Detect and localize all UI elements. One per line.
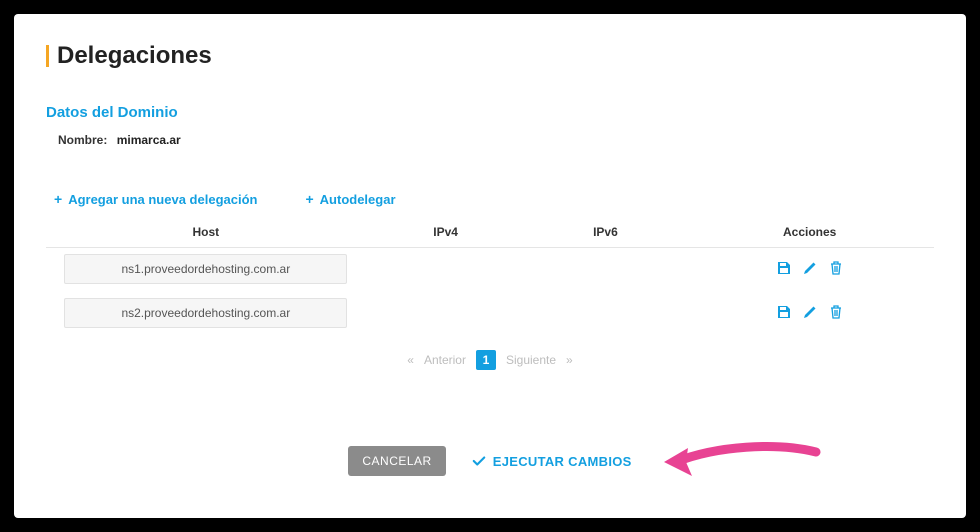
autodelegate-button[interactable]: + Autodelegar [305,191,395,207]
autodelegate-label: Autodelegar [320,192,396,207]
main-window: Delegaciones Datos del Dominio Nombre: m… [14,14,966,518]
plus-icon: + [305,191,313,207]
pager-page-1[interactable]: 1 [476,350,496,370]
col-header-actions: Acciones [685,217,934,248]
ipv6-cell [526,248,686,292]
page-title: Delegaciones [57,42,212,70]
pager-next[interactable]: Siguiente [506,353,556,367]
domain-name-row: Nombre: mimarca.ar [46,133,934,147]
edit-icon[interactable] [802,304,818,320]
page-title-row: Delegaciones [46,42,934,70]
pagination: « Anterior 1 Siguiente » [46,350,934,370]
ipv6-cell [526,291,686,335]
pager-next-angle: » [566,353,573,367]
host-input[interactable] [64,298,347,328]
domain-name-value: mimarca.ar [117,133,181,147]
ipv4-cell [366,248,526,292]
delegation-toolbar: + Agregar una nueva delegación + Autodel… [46,191,934,207]
pager-prev-angle: « [407,353,414,367]
trash-icon[interactable] [828,304,844,320]
check-icon [472,454,486,468]
edit-icon[interactable] [802,260,818,276]
col-header-ipv6: IPv6 [526,217,686,248]
table-row [46,291,934,335]
title-accent-bar [46,45,49,67]
plus-icon: + [54,191,62,207]
domain-section-title: Datos del Dominio [46,104,934,121]
host-input[interactable] [64,254,347,284]
save-icon[interactable] [776,260,792,276]
pager-prev[interactable]: Anterior [424,353,466,367]
save-icon[interactable] [776,304,792,320]
execute-changes-label: EJECUTAR CAMBIOS [493,454,632,469]
footer-actions: CANCELAR EJECUTAR CAMBIOS [46,446,934,476]
execute-changes-button[interactable]: EJECUTAR CAMBIOS [472,454,632,469]
annotation-arrow-icon [656,438,826,486]
table-header-row: Host IPv4 IPv6 Acciones [46,217,934,248]
row-actions [776,304,844,320]
col-header-host: Host [46,217,366,248]
ipv4-cell [366,291,526,335]
delegations-table: Host IPv4 IPv6 Acciones [46,217,934,336]
cancel-button[interactable]: CANCELAR [348,446,445,476]
col-header-ipv4: IPv4 [366,217,526,248]
add-delegation-button[interactable]: + Agregar una nueva delegación [54,191,257,207]
trash-icon[interactable] [828,260,844,276]
table-row [46,248,934,292]
domain-name-label: Nombre: [58,133,107,147]
row-actions [776,260,844,276]
add-delegation-label: Agregar una nueva delegación [68,192,257,207]
